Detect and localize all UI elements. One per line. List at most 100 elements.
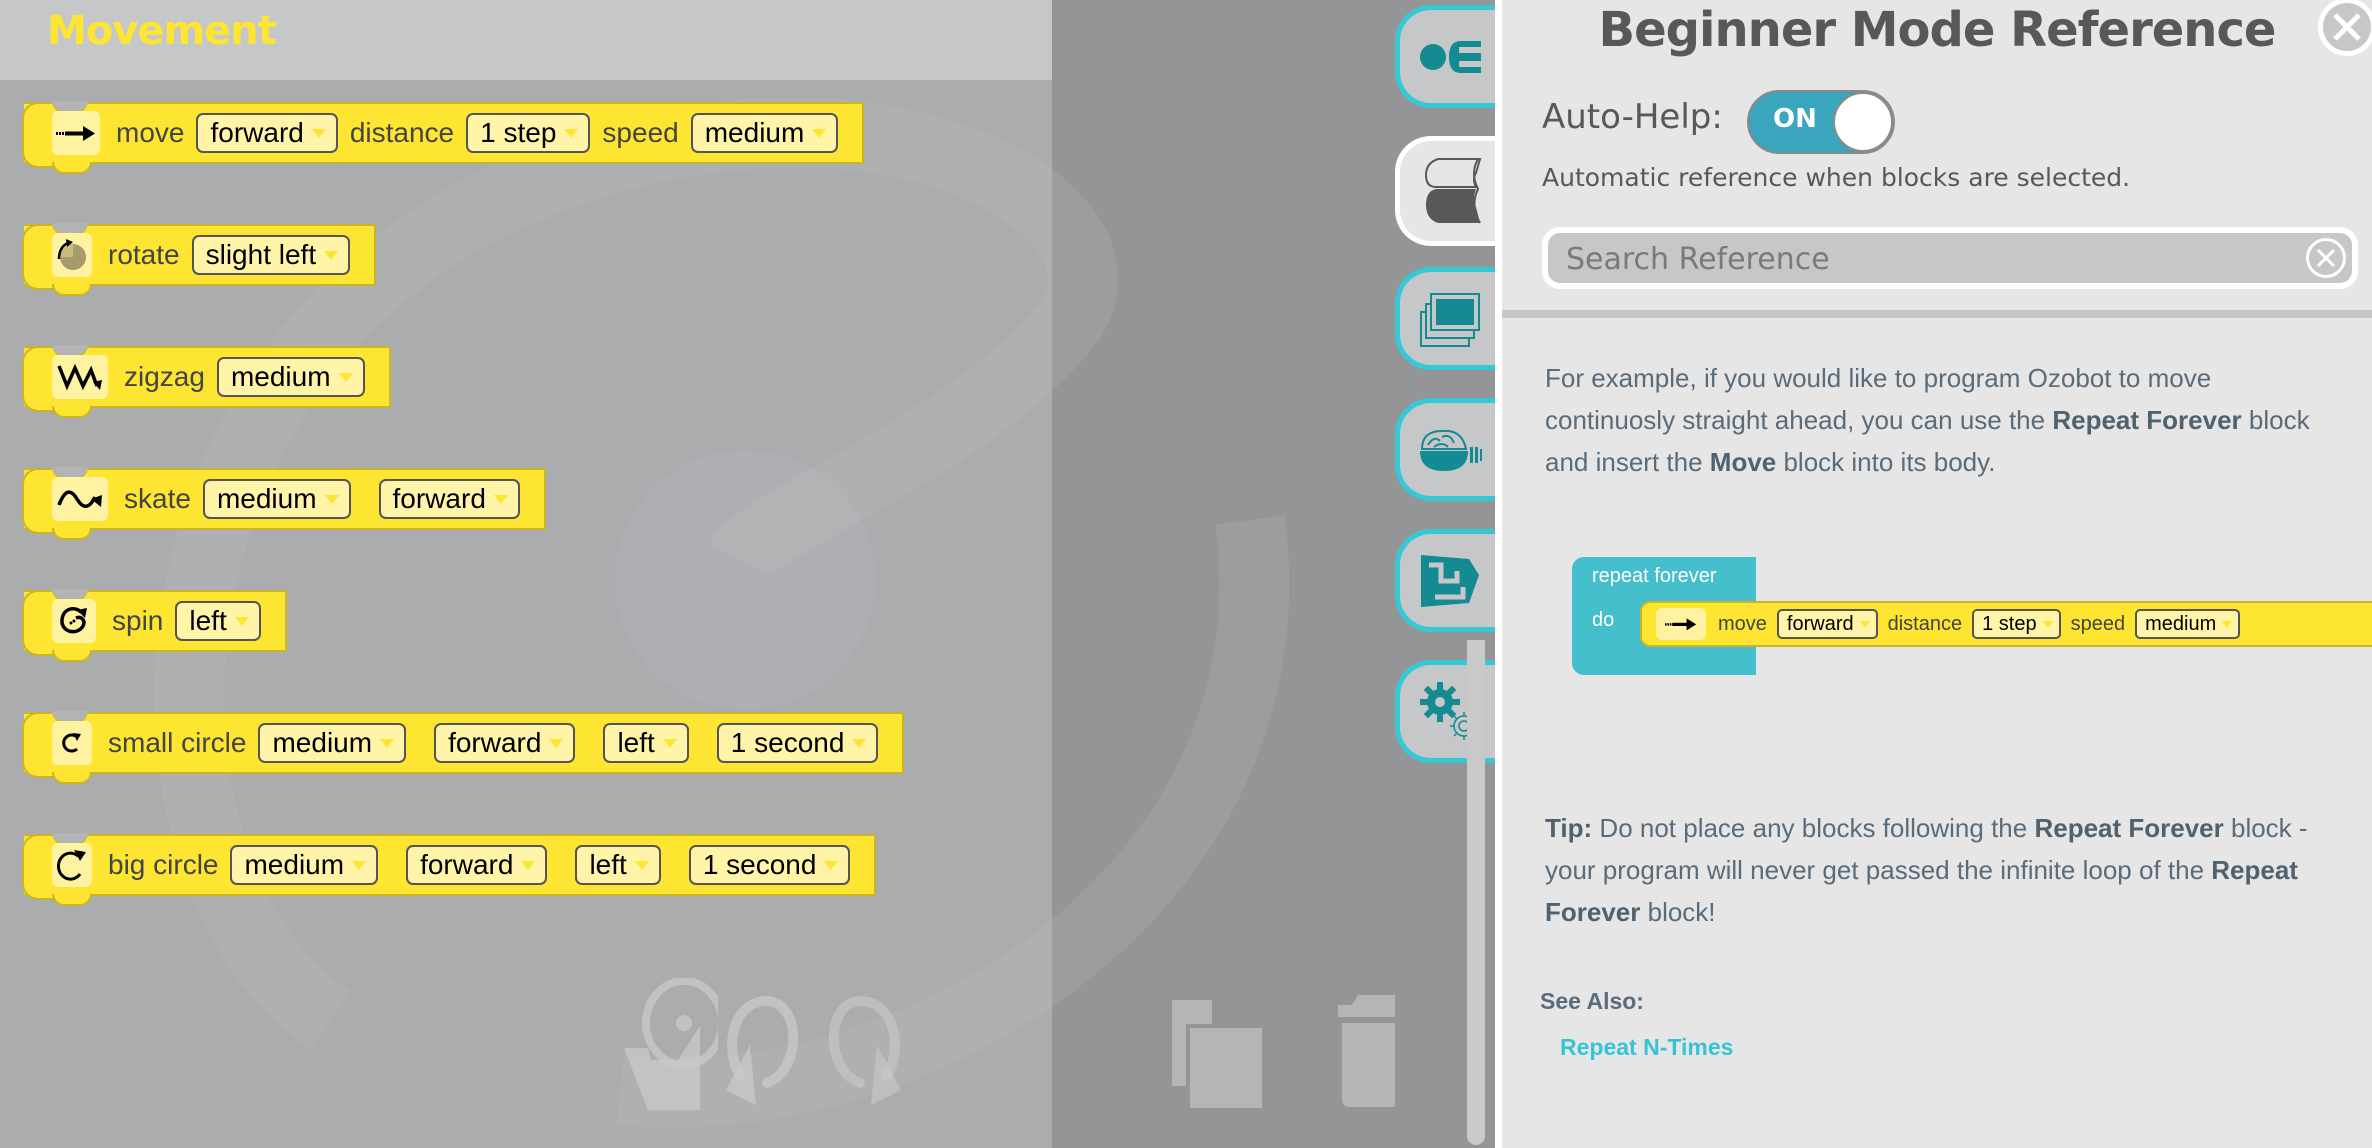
spin-block[interactable]: spin left: [22, 589, 287, 662]
clear-icon: [2316, 248, 2336, 268]
rotate-icon: [52, 233, 92, 277]
divider: [1502, 310, 2372, 318]
dropdown-arrow-icon: [564, 128, 579, 138]
workspace[interactable]: Movement move forward distance 1 step sp…: [0, 0, 1395, 1148]
speed-dropdown[interactable]: medium: [258, 723, 407, 763]
dropdown-arrow-icon: [380, 738, 395, 748]
turn-dropdown[interactable]: left: [603, 723, 689, 763]
speed-dropdown[interactable]: medium: [690, 113, 839, 153]
small-circle-block[interactable]: small circle medium forward left 1 secon…: [21, 711, 905, 784]
open-file-icon[interactable]: [618, 978, 718, 1113]
zigzag-block[interactable]: zigzag medium: [22, 345, 391, 418]
dropdown-arrow-icon: [2222, 620, 2233, 628]
close-icon: [2333, 13, 2361, 41]
block-notch: [52, 162, 92, 174]
example-direction-dropdown: forward: [1776, 609, 1878, 639]
block-notch: [52, 650, 92, 662]
dropdown-arrow-icon: [824, 860, 839, 870]
brain-tab[interactable]: [1395, 398, 1500, 501]
trash-icon[interactable]: [1338, 995, 1395, 1107]
speed-dropdown[interactable]: medium: [216, 357, 365, 397]
block-label: skate: [124, 483, 191, 514]
toggle-knob: [1833, 92, 1893, 152]
field-label: distance: [1887, 612, 1963, 635]
duration-dropdown[interactable]: 1 second: [716, 723, 879, 763]
field-label: distance: [349, 117, 455, 148]
dropdown-arrow-icon: [338, 372, 353, 382]
panel-scrollbar[interactable]: [1467, 640, 1485, 1145]
dropdown-arrow-icon: [634, 860, 649, 870]
direction-dropdown[interactable]: forward: [434, 723, 576, 763]
clear-search-button[interactable]: [2306, 238, 2346, 278]
dropdown-arrow-icon: [311, 128, 326, 138]
book-icon: [1424, 158, 1481, 224]
direction-dropdown[interactable]: left: [175, 601, 261, 641]
speed-dropdown[interactable]: medium: [202, 479, 351, 519]
skate-icon: [52, 477, 108, 521]
do-label: do: [1592, 609, 1615, 631]
big-circle-block[interactable]: big circle medium forward left 1 second: [21, 833, 877, 906]
block-notch: [52, 284, 92, 296]
maze-box-icon: [1421, 554, 1479, 607]
undo-icon[interactable]: [712, 995, 812, 1110]
turn-dropdown[interactable]: left: [575, 845, 661, 885]
rotate-block[interactable]: rotate slight left: [21, 223, 377, 296]
challenges-tab[interactable]: [1395, 529, 1500, 632]
auto-help-toggle[interactable]: ON: [1747, 90, 1895, 154]
ozobot-logo-icon: [1420, 40, 1481, 73]
search-box: [1542, 227, 2358, 289]
example-code-block: repeat forever do move forward distance …: [1572, 557, 2372, 677]
skate-block[interactable]: skate medium forward: [22, 467, 546, 540]
move-block[interactable]: move forward distance 1 step speed mediu…: [21, 101, 865, 174]
tip-paragraph: Tip: Do not place any blocks following t…: [1545, 813, 2308, 927]
distance-dropdown[interactable]: 1 step: [466, 113, 591, 153]
spin-icon: [52, 599, 96, 643]
auto-help-label: Auto-Help:: [1542, 97, 1723, 137]
dropdown-arrow-icon: [549, 738, 564, 748]
example-speed-dropdown: medium: [2135, 609, 2241, 639]
move-arrow-icon: [52, 111, 100, 155]
flyout-header: Movement: [0, 0, 1052, 80]
panel-edge: [1495, 0, 1502, 1148]
dropdown-arrow-icon: [521, 860, 536, 870]
dropdown-arrow-icon: [234, 616, 249, 626]
dropdown-arrow-icon: [812, 128, 827, 138]
block-label: small circle: [108, 727, 247, 758]
reference-tab[interactable]: [1395, 136, 1505, 246]
repeat-forever-label: repeat forever: [1592, 565, 1717, 587]
example-move-block: move forward distance 1 step speed mediu…: [1640, 601, 2372, 647]
dropdown-arrow-icon: [2042, 620, 2053, 628]
dropdown-arrow-icon: [852, 738, 867, 748]
gallery-icon: [1420, 292, 1480, 347]
speed-dropdown[interactable]: medium: [230, 845, 379, 885]
move-arrow-icon: [1656, 608, 1706, 640]
big-circle-icon: [52, 843, 92, 887]
toggle-state: ON: [1773, 104, 1817, 134]
search-input[interactable]: [1564, 233, 2268, 285]
dropdown-arrow-icon: [352, 860, 367, 870]
blocks-tab[interactable]: [1395, 5, 1500, 108]
dropdown-arrow-icon: [662, 738, 677, 748]
block-notch: [52, 772, 92, 784]
see-also-link-repeat-n-times[interactable]: Repeat N-Times: [1560, 1034, 1733, 1061]
direction-dropdown[interactable]: forward: [406, 845, 548, 885]
dropdown-arrow-icon: [324, 494, 339, 504]
brain-icon: [1420, 429, 1482, 471]
block-flyout: [0, 0, 1052, 1148]
duration-dropdown[interactable]: 1 second: [688, 845, 851, 885]
block-label: move: [116, 117, 185, 148]
direction-dropdown[interactable]: forward: [378, 479, 520, 519]
block-notch: [52, 406, 92, 418]
rotation-dropdown[interactable]: slight left: [191, 235, 351, 275]
block-notch: [52, 528, 92, 540]
dropdown-arrow-icon: [493, 494, 508, 504]
close-button[interactable]: [2318, 0, 2372, 56]
copy-icon[interactable]: [1170, 1000, 1265, 1110]
gallery-tab[interactable]: [1395, 267, 1500, 370]
block-label: spin: [112, 605, 164, 636]
direction-dropdown[interactable]: forward: [196, 113, 338, 153]
redo-icon[interactable]: [815, 995, 915, 1110]
block-label: move: [1718, 612, 1767, 635]
block-notch: [52, 894, 92, 906]
block-label: zigzag: [124, 361, 205, 392]
